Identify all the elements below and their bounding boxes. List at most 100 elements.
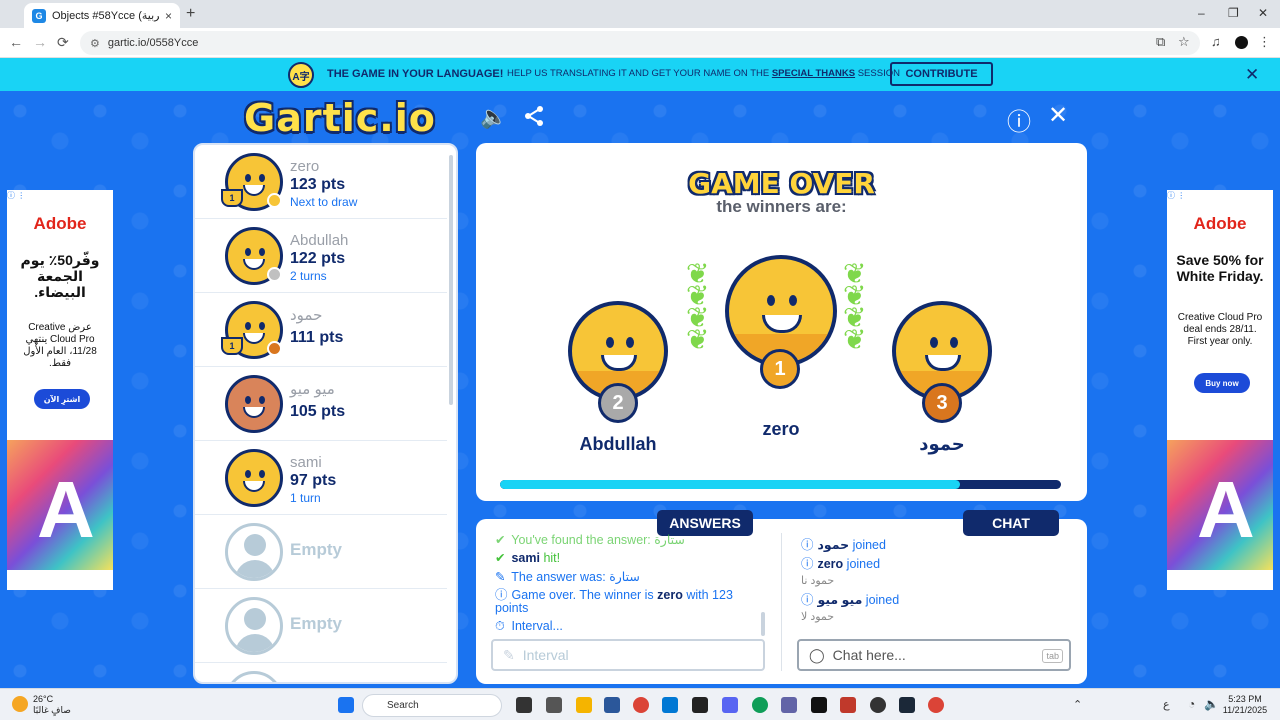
share-icon[interactable] xyxy=(522,104,546,128)
player-name: sami xyxy=(290,454,322,471)
steam-icon[interactable] xyxy=(899,697,915,713)
ad-left[interactable]: ⓘ ⋮ Adobe وفّر50٪ يوم الجمعة البيضاء. عر… xyxy=(7,190,113,590)
chat-message-text: joined xyxy=(843,557,881,571)
start-menu-icon[interactable] xyxy=(338,697,354,713)
chat-message: حمود لا xyxy=(801,611,834,624)
taskbar-search-label: Search xyxy=(387,700,419,711)
ad-info-icon[interactable]: ⓘ ⋮ xyxy=(1167,190,1273,202)
player-avatar xyxy=(225,375,283,433)
browser-tab[interactable]: G Objects #58Ycce (العربية) - G × xyxy=(24,3,180,28)
tab-chat[interactable]: CHAT xyxy=(963,510,1059,536)
message-user: sami xyxy=(511,551,540,565)
player-row[interactable]: sami 97 pts 1 turn xyxy=(195,441,447,515)
info-icon: ⓘ xyxy=(801,593,814,607)
obs-icon[interactable] xyxy=(870,697,886,713)
chat-message-text: حمود نا xyxy=(801,575,835,587)
player-points: 111 pts xyxy=(290,329,344,346)
window-close-button[interactable]: ✕ xyxy=(1258,6,1268,20)
install-app-icon[interactable]: ⧉ xyxy=(1156,34,1165,50)
bookmark-star-icon[interactable]: ☆ xyxy=(1178,34,1190,50)
discord-icon[interactable] xyxy=(722,697,738,713)
answer-message-text: Game over. The winner is xyxy=(511,588,658,602)
player-status: Next to draw xyxy=(290,195,358,209)
new-tab-button[interactable]: + xyxy=(186,5,195,23)
sound-icon[interactable]: 🔈 xyxy=(480,104,507,130)
epic-games-icon[interactable] xyxy=(692,697,708,713)
player-points: 122 pts xyxy=(290,250,346,267)
capcut-icon[interactable] xyxy=(811,697,827,713)
message-user: zero xyxy=(657,588,683,602)
clock-time: 5:23 PM xyxy=(1228,694,1262,704)
profile-avatar[interactable] xyxy=(1235,36,1248,49)
widgets-icon[interactable] xyxy=(546,697,562,713)
media-control-icon[interactable]: ♫ xyxy=(1211,34,1221,49)
chat-message: حمود نا xyxy=(801,575,834,588)
player-row[interactable]: 1 حمود 111 pts xyxy=(195,293,447,367)
player-row[interactable]: ميو ميو 105 pts xyxy=(195,367,447,441)
player-row[interactable]: 1 zero 123 pts Next to draw xyxy=(195,145,447,219)
chat-bubble-icon: ◯ xyxy=(809,646,825,663)
minimize-button[interactable]: – xyxy=(1198,6,1205,20)
weather-condition: صافٍ غالبًا xyxy=(33,705,71,715)
edge-icon[interactable] xyxy=(752,697,768,713)
player-rank-dot xyxy=(267,193,282,208)
ad-buy-button[interactable]: اشترِ الآن xyxy=(34,389,90,409)
pencil-icon: ✎ xyxy=(503,646,515,663)
third-place-name: حمود xyxy=(919,434,965,454)
ad-right[interactable]: ⓘ ⋮ Adobe Save 50% for White Friday. Cre… xyxy=(1167,190,1273,590)
special-thanks-link[interactable]: SPECIAL THANKS xyxy=(772,68,855,79)
reload-button[interactable]: ⟳ xyxy=(57,34,69,51)
translate-icon: A字 xyxy=(288,62,314,88)
system-clock[interactable]: 5:23 PM 11/21/2025 xyxy=(1222,694,1268,716)
network-icon[interactable]: ◔ xyxy=(1188,697,1195,711)
forward-button[interactable]: → xyxy=(33,34,47,50)
pencil-icon: ✎ xyxy=(495,570,506,584)
volume-icon[interactable]: 🔈 xyxy=(1204,697,1219,711)
site-info-icon[interactable]: ⚙ xyxy=(90,37,100,50)
answer-message-text: You've found the answer: ستارة xyxy=(511,533,685,547)
teams-icon[interactable] xyxy=(781,697,797,713)
roblox-icon[interactable] xyxy=(840,697,856,713)
contribute-button[interactable]: CONTRIBUTE xyxy=(890,62,993,86)
ad-info-icon[interactable]: ⓘ ⋮ xyxy=(7,190,113,202)
task-view-icon[interactable] xyxy=(516,697,532,713)
translation-banner: A字 THE GAME IN YOUR LANGUAGE! HELP US TR… xyxy=(0,58,1280,91)
input-language[interactable]: ع xyxy=(1163,698,1170,711)
empty-avatar-icon xyxy=(225,671,283,682)
player-row[interactable]: Abdullah 122 pts 2 turns xyxy=(195,219,447,293)
chat-input[interactable]: ◯ Chat here... tab xyxy=(797,639,1071,671)
file-explorer-icon[interactable] xyxy=(576,697,592,713)
answer-message: ⏱ Interval... xyxy=(495,620,563,633)
chrome-icon[interactable] xyxy=(633,697,649,713)
store-icon[interactable] xyxy=(604,697,620,713)
address-bar[interactable]: ⚙ gartic.io/0558Ycce xyxy=(80,31,1200,55)
chrome-active-icon[interactable] xyxy=(928,697,944,713)
info-icon: ⓘ xyxy=(801,538,814,552)
ad-buy-button[interactable]: Buy now xyxy=(1194,373,1250,393)
game-over-panel: GAME OVER the winners are: ❦ ❦ ❦ ❦ ❦ ❦ ❦ ❦ 1 z… xyxy=(476,143,1087,501)
browser-menu-icon[interactable]: ⋮ xyxy=(1258,34,1271,50)
player-status: 1 turn xyxy=(290,491,321,505)
players-list: 1 zero 123 pts Next to draw Abdullah 122… xyxy=(193,143,458,684)
tray-expand-icon[interactable]: ⌃ xyxy=(1073,698,1082,711)
banner-close-icon[interactable]: ✕ xyxy=(1245,65,1259,85)
maximize-button[interactable]: ❐ xyxy=(1228,6,1239,20)
winners-subtitle: the winners are: xyxy=(716,197,847,216)
tab-close-icon[interactable]: × xyxy=(165,9,172,23)
info-icon[interactable]: ⓘ xyxy=(1007,102,1031,137)
gartic-logo[interactable]: Gartic.io xyxy=(244,96,436,140)
clock-date: 11/21/2025 xyxy=(1222,705,1268,715)
players-scrollbar[interactable] xyxy=(449,155,453,405)
exit-game-icon[interactable]: ✕ xyxy=(1048,101,1068,130)
answers-scrollbar[interactable] xyxy=(761,612,765,636)
answer-message: ✎ The answer was: ستارة xyxy=(495,571,640,584)
check-icon: ✔ xyxy=(495,533,506,547)
message-user: ميو ميو xyxy=(817,593,863,607)
browser-tab-strip: G Objects #58Ycce (العربية) - G × + – ❐ … xyxy=(0,0,1280,28)
answer-input[interactable]: ✎ Interval xyxy=(491,639,765,671)
taskbar-search[interactable]: Search xyxy=(362,694,502,717)
back-button[interactable]: ← xyxy=(9,34,23,50)
ad-headline: Save 50% for White Friday. xyxy=(1176,252,1264,284)
outlook-icon[interactable] xyxy=(662,697,678,713)
ad-artwork: A xyxy=(7,440,113,570)
